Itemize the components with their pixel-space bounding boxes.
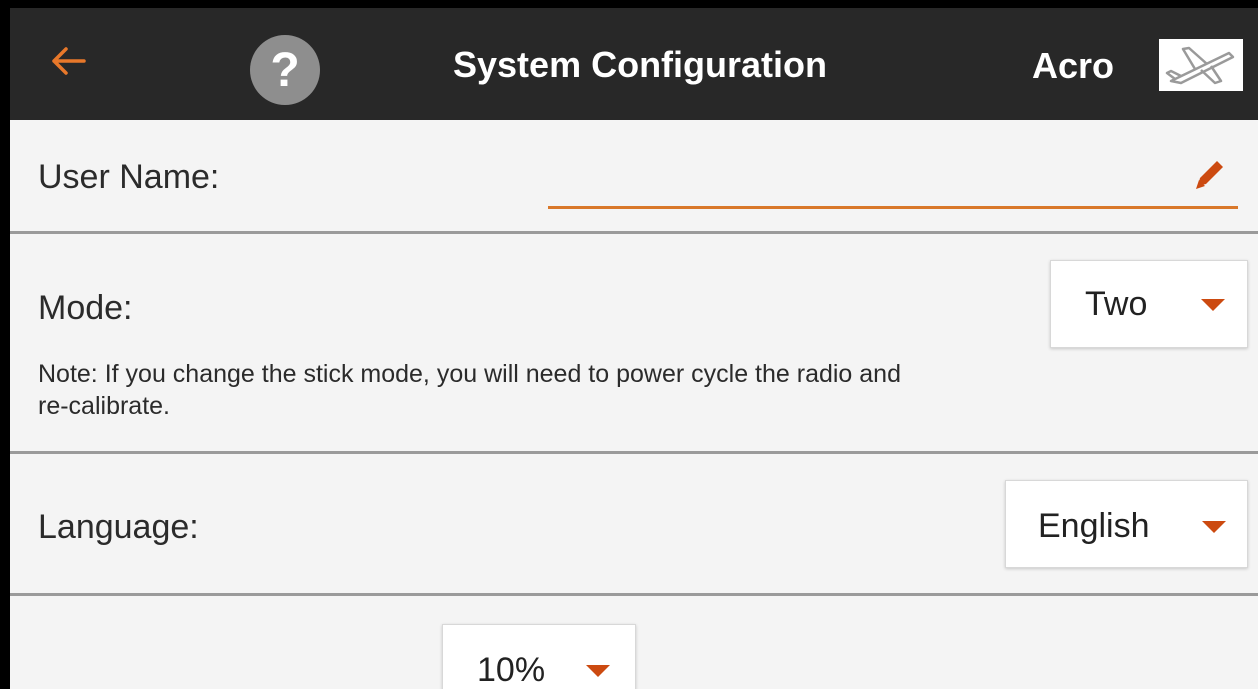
chevron-down-icon xyxy=(586,665,610,677)
header-bar: ? System Configuration Acro xyxy=(10,8,1258,120)
back-arrow-icon[interactable] xyxy=(48,41,88,81)
language-selected-value: English xyxy=(1038,507,1150,545)
system-configuration-screen: ? System Configuration Acro User Name: M… xyxy=(10,8,1258,689)
pencil-icon[interactable] xyxy=(1190,154,1230,194)
user-name-field[interactable] xyxy=(548,146,1238,209)
airplane-icon[interactable] xyxy=(1159,39,1243,91)
help-icon[interactable]: ? xyxy=(250,35,320,105)
user-name-label: User Name: xyxy=(38,158,220,196)
chevron-down-icon xyxy=(1201,299,1225,311)
chevron-down-icon xyxy=(1202,521,1226,533)
mode-label: Mode: xyxy=(38,289,133,327)
device-frame: ? System Configuration Acro User Name: M… xyxy=(0,0,1258,689)
language-label: Language: xyxy=(38,508,199,546)
language-dropdown[interactable]: English xyxy=(1005,480,1248,568)
divider xyxy=(10,231,1258,234)
divider xyxy=(10,451,1258,454)
mode-selected-value: Two xyxy=(1085,285,1148,323)
percent-selected-value: 10% xyxy=(477,651,546,689)
help-question-mark: ? xyxy=(270,43,300,97)
page-title: System Configuration xyxy=(453,44,828,85)
mode-change-note: Note: If you change the stick mode, you … xyxy=(38,360,901,420)
model-name: Acro xyxy=(1032,45,1115,86)
percent-dropdown[interactable]: 10% xyxy=(442,624,636,689)
divider xyxy=(10,593,1258,596)
mode-dropdown[interactable]: Two xyxy=(1050,260,1248,348)
